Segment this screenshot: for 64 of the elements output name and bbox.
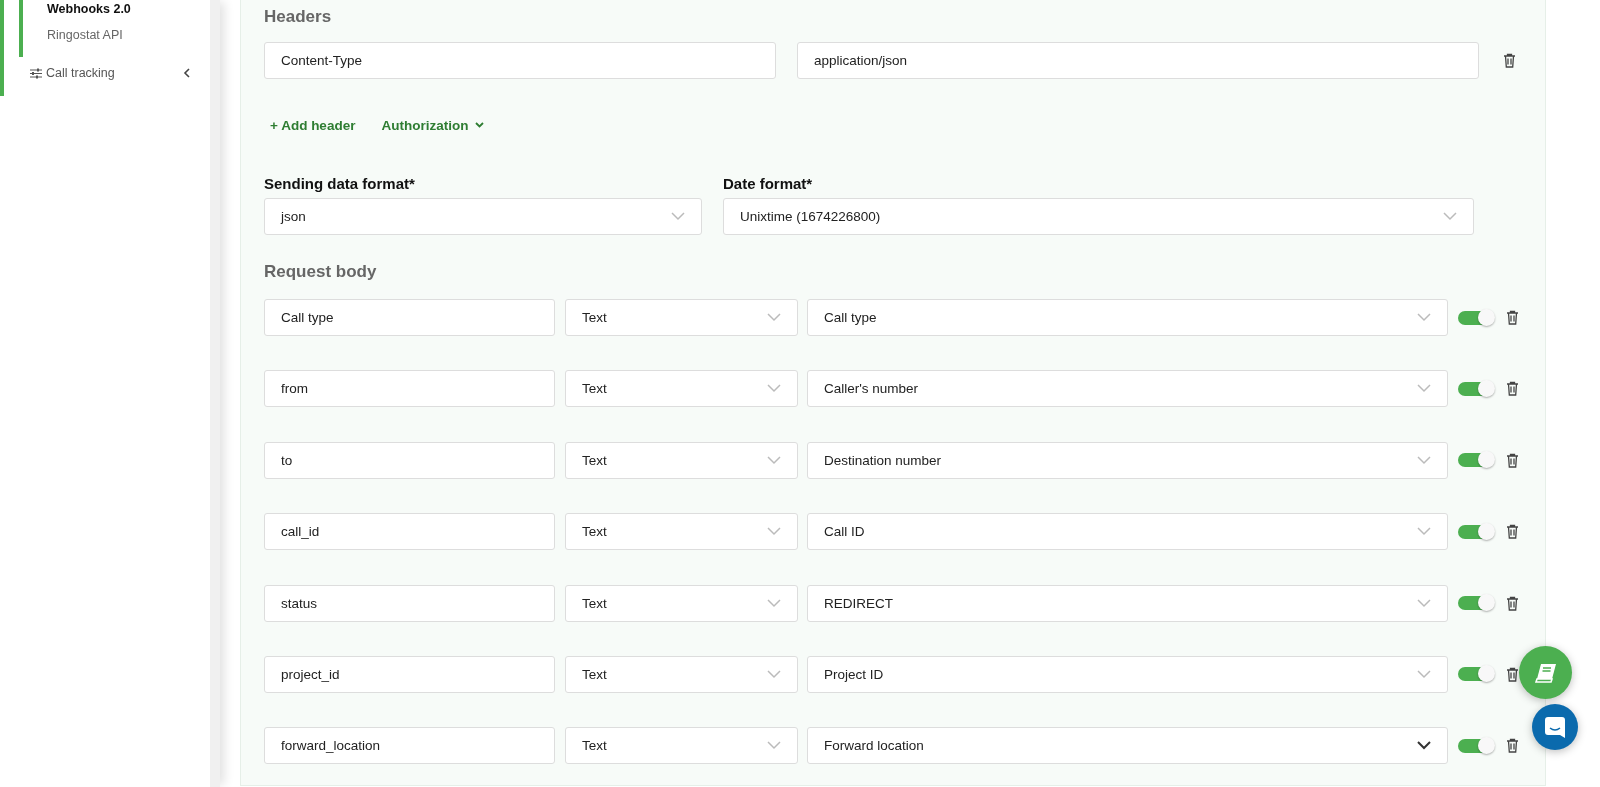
input-field[interactable]: call_id xyxy=(264,513,555,551)
input-field[interactable]: to xyxy=(264,441,555,479)
trash-icon[interactable] xyxy=(1506,666,1519,682)
caret-icon xyxy=(767,741,781,751)
input-field[interactable]: forward_location xyxy=(264,727,555,765)
chevron-left-icon[interactable] xyxy=(183,68,190,78)
caret-icon xyxy=(767,669,781,679)
toggle-switch[interactable] xyxy=(1458,310,1493,325)
toggle-switch[interactable] xyxy=(1458,453,1493,468)
select-field[interactable]: Text xyxy=(565,584,798,622)
sidebar-item[interactable]: Webhooks 2.0 xyxy=(47,0,210,26)
input-field[interactable]: project_id xyxy=(264,655,555,693)
caret-icon xyxy=(767,598,781,608)
select-field[interactable]: REDIRECT xyxy=(807,584,1448,622)
caret-icon xyxy=(767,313,781,322)
select-field[interactable]: Text xyxy=(565,655,798,693)
trash-icon[interactable] xyxy=(1506,381,1519,397)
trash-icon[interactable] xyxy=(1506,452,1519,468)
caret-icon xyxy=(767,527,781,537)
trash-icon[interactable] xyxy=(1503,53,1516,68)
authorization-dropdown[interactable]: Authorization xyxy=(381,117,485,133)
toggle-switch[interactable] xyxy=(1458,667,1493,682)
field-label: Sending data format* xyxy=(264,175,416,192)
select-field[interactable]: Unixtime (1674226800) xyxy=(723,198,1474,235)
select-field[interactable]: Destination number xyxy=(807,441,1448,479)
toggle-switch[interactable] xyxy=(1458,524,1493,539)
toggle-switch[interactable] xyxy=(1458,381,1493,396)
caret-icon xyxy=(767,384,781,394)
select-field[interactable]: Call ID xyxy=(807,513,1448,551)
select-field[interactable]: Project ID xyxy=(807,655,1448,693)
caret-icon xyxy=(1443,212,1457,221)
input-field[interactable]: application/json xyxy=(797,42,1479,79)
trash-icon[interactable] xyxy=(1506,310,1519,325)
sidebar-item[interactable]: Ringostat API xyxy=(47,26,210,52)
select-field[interactable]: Text xyxy=(565,513,798,551)
add-header-link[interactable]: + Add header xyxy=(270,117,356,133)
chevron-down-icon xyxy=(475,122,485,128)
select-field[interactable]: Text xyxy=(565,727,798,765)
input-field[interactable]: Call type xyxy=(264,299,555,336)
select-field[interactable]: Text xyxy=(565,299,798,336)
sidebar-section[interactable]: Call tracking xyxy=(46,66,179,80)
section-title: Request body xyxy=(264,261,377,283)
input-field[interactable]: from xyxy=(264,370,555,408)
toggle-switch[interactable] xyxy=(1458,596,1493,611)
caret-icon xyxy=(767,455,781,465)
input-field[interactable]: status xyxy=(264,584,555,622)
trash-icon[interactable] xyxy=(1506,738,1519,754)
input-field[interactable]: Content-Type xyxy=(264,42,776,79)
chat-button[interactable] xyxy=(1532,704,1578,750)
toggle-switch[interactable] xyxy=(1458,738,1493,753)
field-label: Date format* xyxy=(723,175,814,192)
select-field[interactable]: Caller's number xyxy=(807,370,1448,408)
chat-icon xyxy=(1545,716,1565,738)
book-icon xyxy=(1534,662,1557,683)
trash-icon[interactable] xyxy=(1506,524,1519,540)
trash-icon[interactable] xyxy=(1506,595,1519,611)
caret-icon xyxy=(671,212,685,221)
select-field[interactable]: Text xyxy=(565,441,798,479)
select-field[interactable]: Call type xyxy=(807,299,1448,336)
section-title: Headers xyxy=(264,6,332,28)
sliders-icon xyxy=(30,67,42,79)
select-field[interactable]: Forward location xyxy=(807,727,1448,765)
select-field[interactable]: json xyxy=(264,198,702,235)
select-field[interactable]: Text xyxy=(565,370,798,408)
